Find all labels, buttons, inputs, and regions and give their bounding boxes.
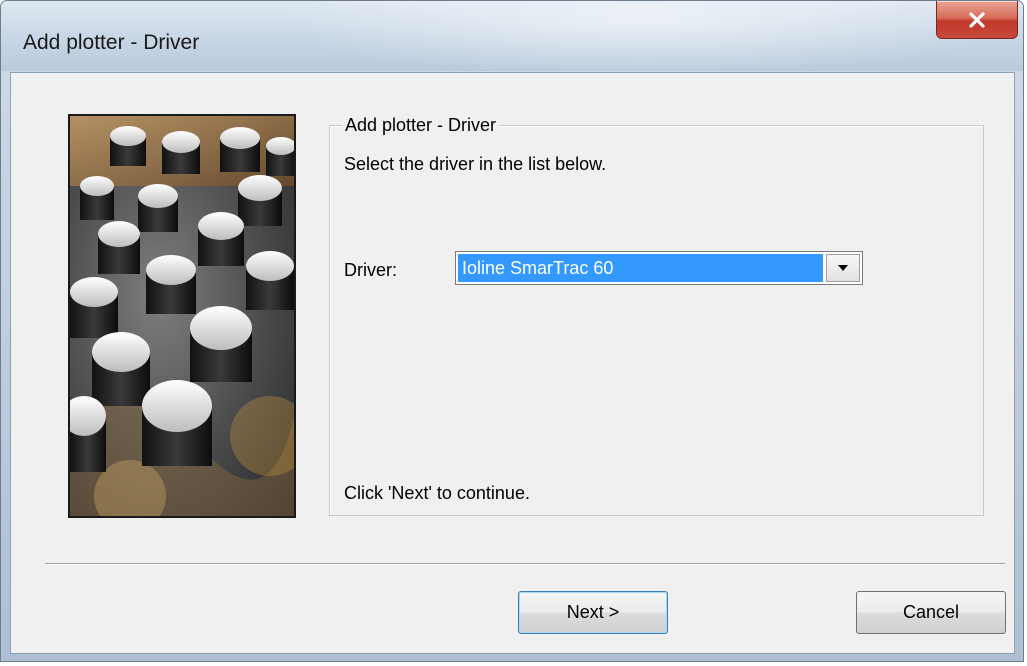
instruction-text: Select the driver in the list below. [344, 154, 607, 174]
dropdown-toggle-button[interactable] [826, 254, 860, 282]
close-button[interactable] [936, 1, 1018, 39]
groupbox-title: Add plotter - Driver [342, 115, 500, 136]
separator-line [45, 563, 1005, 565]
driver-groupbox: Add plotter - Driver Select the driver i… [329, 115, 984, 516]
wizard-side-image [68, 114, 296, 518]
close-x-icon [969, 11, 985, 28]
driver-label: Driver: [344, 260, 397, 280]
driver-selected-value[interactable]: Ioline SmarTrac 60 [458, 254, 823, 282]
cancel-button[interactable]: Cancel [856, 591, 1006, 634]
driver-dropdown[interactable]: Ioline SmarTrac 60 [455, 251, 863, 285]
chevron-down-icon [838, 265, 848, 271]
dialog-window: Add plotter - Driver Add plotter - Drive… [0, 0, 1024, 662]
dialog-client-area: Add plotter - Driver Select the driver i… [10, 72, 1015, 654]
continue-hint: Click 'Next' to continue. [344, 483, 530, 503]
next-button[interactable]: Next > [518, 591, 668, 634]
window-title: Add plotter - Driver [23, 31, 200, 54]
title-bar[interactable]: Add plotter - Driver [1, 1, 1023, 71]
